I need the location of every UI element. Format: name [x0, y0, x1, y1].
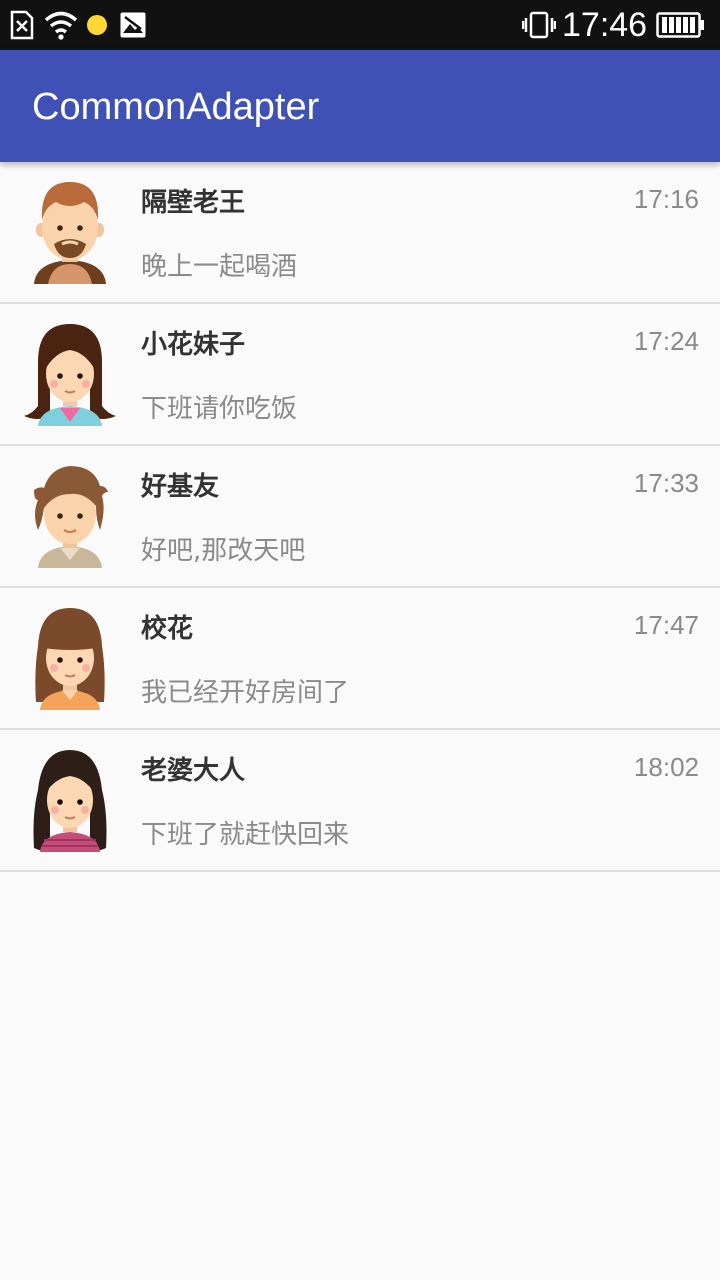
sim-card-missing-icon [10, 0, 34, 50]
contact-name: 隔壁老王 [141, 188, 246, 218]
conversation-item[interactable]: 小花妹子 17:24 下班请你吃饭 [0, 304, 720, 446]
message-time: 17:16 [633, 184, 699, 214]
message-preview: 好吧,那改天吧 [141, 536, 306, 566]
message-time: 18:02 [633, 752, 699, 782]
image-icon [119, 0, 147, 50]
message-time: 17:33 [633, 468, 699, 498]
shaggy-haired-boy-avatar [24, 464, 116, 568]
bangs-girl-avatar [24, 606, 116, 710]
conversation-list: 隔壁老王 17:16 晚上一起喝酒 小花妹子 17:24 下班请你吃饭 好基友 … [0, 162, 720, 872]
battery-icon [656, 0, 706, 50]
app-bar: CommonAdapter [0, 50, 720, 162]
app-title: CommonAdapter [32, 86, 320, 128]
dark-haired-girl-avatar [24, 322, 116, 426]
message-preview: 下班请你吃饭 [141, 394, 298, 424]
contact-name: 小花妹子 [141, 330, 246, 360]
conversation-item[interactable]: 隔壁老王 17:16 晚上一起喝酒 [0, 162, 720, 304]
status-bar: 17:46 [0, 0, 720, 50]
vibrate-icon [522, 0, 556, 50]
message-preview: 晚上一起喝酒 [141, 252, 298, 282]
message-time: 17:47 [633, 610, 699, 640]
bearded-man-avatar [24, 180, 116, 284]
message-preview: 我已经开好房间了 [141, 678, 350, 708]
conversation-item[interactable]: 校花 17:47 我已经开好房间了 [0, 588, 720, 730]
notification-dot-icon [86, 0, 108, 50]
status-time: 17:46 [562, 6, 648, 44]
conversation-item[interactable]: 老婆大人 18:02 下班了就赶快回来 [0, 730, 720, 872]
black-haired-woman-avatar [24, 748, 116, 852]
wifi-icon [44, 0, 78, 50]
conversation-item[interactable]: 好基友 17:33 好吧,那改天吧 [0, 446, 720, 588]
contact-name: 老婆大人 [141, 756, 246, 786]
contact-name: 校花 [141, 614, 194, 644]
contact-name: 好基友 [141, 472, 220, 502]
message-time: 17:24 [633, 326, 699, 356]
message-preview: 下班了就赶快回来 [141, 820, 350, 850]
